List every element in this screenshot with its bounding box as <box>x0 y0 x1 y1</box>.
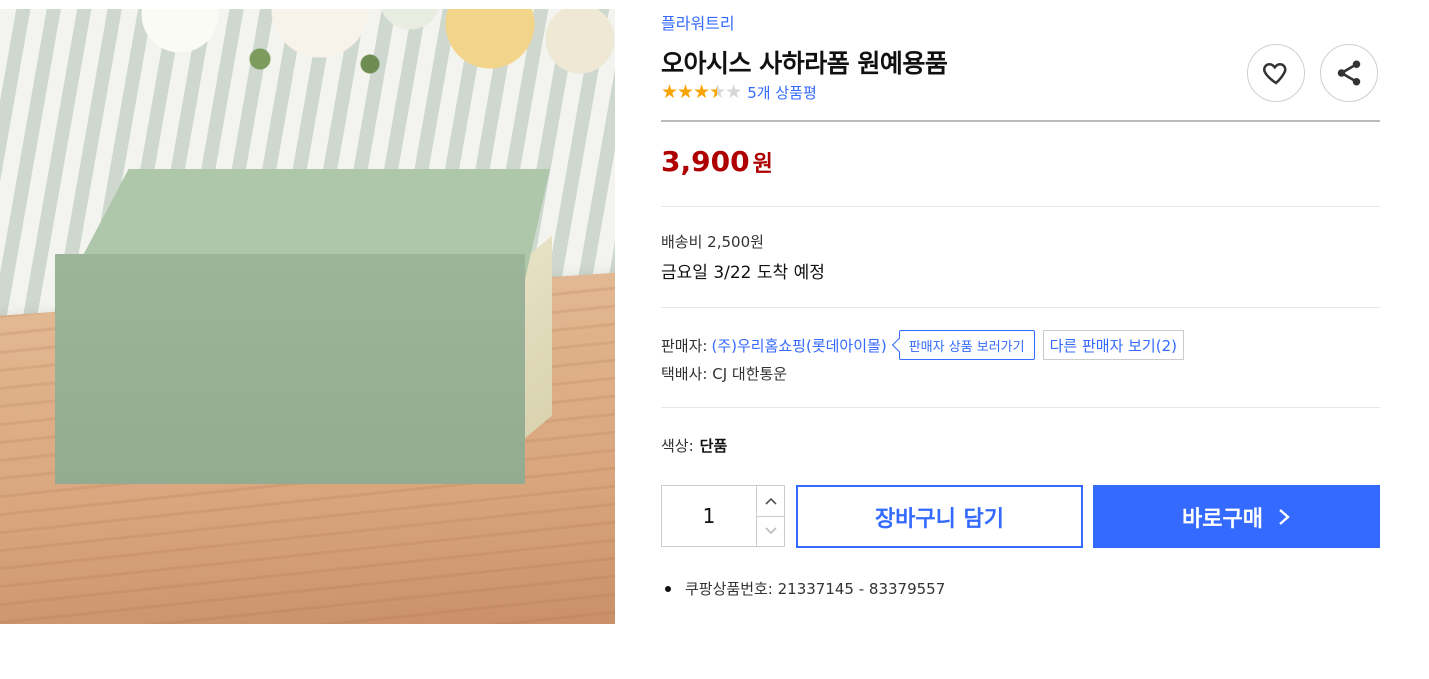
quantity-arrows <box>756 486 784 546</box>
seller-label: 판매자: <box>661 336 708 355</box>
brand-link[interactable]: 플라워트리 <box>661 10 735 34</box>
review-count-link[interactable]: 5개 상품평 <box>747 82 817 103</box>
arrival-date: 금요일 3/22 도착 예정 <box>661 263 825 283</box>
price-number: 3,900 <box>661 145 750 178</box>
seller-row: 판매자: (주)우리홈쇼핑(롯데아이몰) 판매자 상품 보러가기 다른 판매자 … <box>661 330 1184 360</box>
like-button[interactable] <box>1247 44 1305 102</box>
seller-name-link[interactable]: (주)우리홈쇼핑(롯데아이몰) <box>711 335 886 356</box>
other-sellers-button[interactable]: 다른 판매자 보기(2) <box>1042 330 1184 360</box>
star-empty-icon: ★ <box>725 81 742 103</box>
chevron-right-icon <box>1279 508 1290 525</box>
product-number-item: 쿠팡상품번호: 21337145 - 83379557 <box>665 578 945 599</box>
product-number: 쿠팡상품번호: 21337145 - 83379557 <box>685 580 946 598</box>
divider <box>661 407 1380 408</box>
price-unit: 원 <box>752 152 773 177</box>
shipping-fee: 배송비 2,500원 <box>661 233 764 251</box>
buy-now-label: 바로구매 <box>1182 506 1263 532</box>
share-icon <box>1337 60 1361 86</box>
flowers-decoration <box>110 9 615 89</box>
star-icon: ★ <box>677 81 694 103</box>
quantity-input[interactable] <box>662 486 756 546</box>
product-image <box>0 9 615 624</box>
buy-now-button[interactable]: 바로구매 <box>1093 485 1380 548</box>
option-row: 색상: 단품 <box>661 435 727 456</box>
courier: 택배사: CJ 대한통운 <box>661 365 788 383</box>
product-title: 오아시스 사하라폼 원예용품 <box>661 49 948 78</box>
star-icon: ★ <box>661 81 678 103</box>
star-icon: ★ <box>693 81 710 103</box>
price: 3,900 원 <box>661 145 773 178</box>
quantity-stepper <box>661 485 785 547</box>
add-to-cart-button[interactable]: 장바구니 담기 <box>796 485 1083 548</box>
foam-front <box>55 254 525 484</box>
option-value: 단품 <box>699 437 728 455</box>
option-label: 색상: <box>661 437 694 455</box>
share-button[interactable] <box>1320 44 1378 102</box>
divider <box>661 307 1380 308</box>
chevron-up-icon[interactable] <box>757 486 784 517</box>
heart-icon <box>1263 62 1287 85</box>
seller-products-button[interactable]: 판매자 상품 보러가기 <box>898 330 1035 360</box>
rating-stars: ★★★★★ <box>661 81 742 103</box>
chevron-down-icon[interactable] <box>757 517 784 547</box>
rating-row: ★★★★★ 5개 상품평 <box>661 81 817 103</box>
bullet <box>665 585 671 592</box>
divider <box>661 120 1380 122</box>
divider <box>661 206 1380 207</box>
half-star-icon: ★ <box>709 81 726 103</box>
